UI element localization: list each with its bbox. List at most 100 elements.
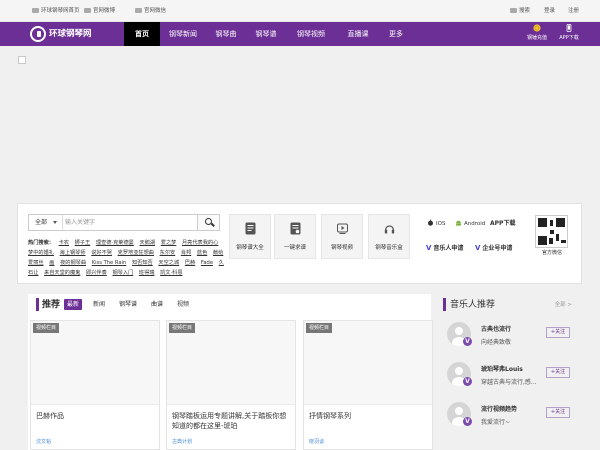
card-badge: 视频栏目 <box>33 323 60 333</box>
card-author[interactable]: 晓羽谈 <box>309 438 324 445</box>
musician-name[interactable]: 琥珀琴弗Louis <box>481 364 523 373</box>
login-link[interactable]: 登录 <box>544 0 555 22</box>
card-author[interactable]: 古典计划 <box>172 438 192 445</box>
nav-item-video[interactable]: 钢琴视频 <box>286 22 336 46</box>
hot-tag[interactable]: 说好不哭 <box>91 250 112 256</box>
hot-tag[interactable]: 狮子王 <box>75 240 91 246</box>
content-card[interactable]: 视频栏目 钢琴踏板运用专题讲解,关于踏板你想知道的都在这里-琥珀 古典计划 <box>166 320 296 450</box>
hot-tag[interactable]: 知否知否 <box>132 260 153 266</box>
card-thumbnail[interactable]: 视频栏目 <box>167 321 295 405</box>
coin-icon <box>533 24 541 32</box>
hot-tag[interactable]: Fade <box>201 260 213 266</box>
hot-tag[interactable]: 来自天堂的魔鬼 <box>44 270 80 276</box>
wechat-icon <box>135 8 142 13</box>
coin-recharge-button[interactable]: 钢锤充值 <box>520 24 554 44</box>
hot-tag[interactable]: 克罗地亚狂想曲 <box>118 250 154 256</box>
recommend-title: 推荐 <box>42 300 61 310</box>
card-title[interactable]: 钢琴踏板运用专题讲解,关于踏板你想知道的都在这里-琥珀 <box>172 411 292 431</box>
tab-score[interactable]: 曲谱 <box>148 299 166 310</box>
android-download-link[interactable]: Android <box>455 218 485 230</box>
content-card[interactable]: 视频栏目 巴赫作品 沈文韬 <box>30 320 160 450</box>
register-link[interactable]: 注册 <box>568 0 579 22</box>
hot-tag[interactable]: 海上钢琴师 <box>60 250 86 256</box>
nav-item-music[interactable]: 钢琴曲 <box>206 22 246 46</box>
site-logo[interactable]: 环球钢琴网 <box>30 25 96 43</box>
hot-tag[interactable]: 月亮代表我的心 <box>182 240 218 246</box>
hot-tag[interactable]: 即兴伴奏 <box>86 270 107 276</box>
card-badge: 视频栏目 <box>169 323 196 333</box>
nav-item-home[interactable]: 首页 <box>124 22 160 46</box>
wechat-link[interactable]: 官网微信 <box>135 0 166 22</box>
follow-button[interactable]: +关注 <box>546 327 570 338</box>
hot-tag[interactable]: 爱之梦 <box>161 240 177 246</box>
hot-tag[interactable]: 画 <box>49 260 54 266</box>
tab-sheet[interactable]: 钢琴谱 <box>116 299 140 310</box>
content-card[interactable]: 视频栏目 抒情钢琴系列 晓羽谈 <box>303 320 433 450</box>
nav-item-news[interactable]: 钢琴新闻 <box>160 22 206 46</box>
card-thumbnail[interactable]: 视频栏目 <box>304 321 432 405</box>
hot-tag[interactable]: 夜的钢琴曲 <box>60 260 86 266</box>
wechat-qr-label: 官方微信 <box>541 250 562 256</box>
search-icon <box>510 8 517 13</box>
category-request-sheet[interactable]: 一键求谱 <box>274 214 316 259</box>
wechat-qr-code <box>535 215 568 248</box>
headphones-icon <box>384 225 395 234</box>
hot-tag[interactable]: 天空之城 <box>158 260 179 266</box>
nav-item-sheet[interactable]: 钢琴谱 <box>246 22 286 46</box>
musician-apply-link[interactable]: V 音乐人申请 <box>426 242 463 254</box>
card-thumbnail[interactable]: 视频栏目 <box>31 321 159 405</box>
hot-tag[interactable]: 天鹅湖 <box>140 240 156 246</box>
hot-tag[interactable]: 梦中的婚礼 <box>28 250 54 256</box>
logo-icon <box>30 26 46 42</box>
musician-name[interactable]: 古典也流行 <box>481 324 511 333</box>
hot-tag[interactable]: 理查德·克莱德曼 <box>96 240 134 246</box>
category-music-box[interactable]: 钢琴音乐盒 <box>368 214 410 259</box>
nav-item-live[interactable]: 直播课 <box>336 22 380 46</box>
request-icon <box>290 222 301 235</box>
hot-tag[interactable]: 班得瑞 <box>139 270 155 276</box>
musician-name[interactable]: 流行视频趋势 <box>481 404 517 413</box>
musician-all-link[interactable]: 全部 > <box>555 300 572 308</box>
search-scope-select[interactable]: 全部 <box>29 215 63 230</box>
musician-item: V 流行视频趋势 我爱流行~ +关注 <box>447 398 581 432</box>
card-author[interactable]: 沈文韬 <box>36 438 51 445</box>
enterprise-apply-link[interactable]: V 企业号申请 <box>475 242 512 254</box>
search-input[interactable] <box>65 216 195 229</box>
home-link[interactable]: 环球钢琴网首页 <box>32 0 80 22</box>
musician-item: V 古典也流行 向经典致敬 +关注 <box>447 318 581 352</box>
card-badge: 视频栏目 <box>306 323 333 333</box>
category-video[interactable]: 钢琴视频 <box>321 214 363 259</box>
search-button[interactable] <box>197 215 219 230</box>
nav-item-more[interactable]: 更多 <box>380 22 412 46</box>
hot-tag[interactable]: 肖邦 <box>181 250 191 256</box>
ios-download-link[interactable]: IOS <box>427 218 445 230</box>
banner-image[interactable] <box>18 56 26 64</box>
tab-video[interactable]: 视频 <box>174 299 192 310</box>
musician-recommend-section: 音乐人推荐 全部 > V 古典也流行 向经典致敬 +关注 V 琥珀琴弗Louis… <box>443 294 582 450</box>
app-download-label[interactable]: APP下载 <box>490 218 515 230</box>
follow-button[interactable]: +关注 <box>546 367 570 378</box>
tab-latest[interactable]: 最新 <box>64 299 83 310</box>
card-title[interactable]: 巴赫作品 <box>36 411 156 421</box>
hot-tag[interactable]: 蓝色 <box>197 250 207 256</box>
hot-tag[interactable]: 巴赫 <box>185 260 195 266</box>
hot-tag[interactable]: Kiss The Rain <box>92 260 127 266</box>
top-utility-bar: 环球钢琴网首页 官网微博 官网微信 搜索 登录 注册 <box>0 0 600 22</box>
weibo-link[interactable]: 官网微博 <box>84 0 115 22</box>
phone-icon <box>566 24 572 32</box>
musician-desc: 向经典致敬 <box>481 339 512 346</box>
follow-button[interactable]: +关注 <box>546 407 570 418</box>
tab-news[interactable]: 新闻 <box>90 299 108 310</box>
home-icon <box>32 8 39 13</box>
section-accent-bar <box>443 298 446 311</box>
top-search-link[interactable]: 搜索 <box>510 0 530 22</box>
app-download-box: IOS Android APP下载 V 音乐人申请 V 企业号申请 <box>421 214 522 259</box>
hot-tag[interactable]: 东尔安 <box>160 250 176 256</box>
hot-tag[interactable]: 凯文·科恩 <box>160 270 182 276</box>
hot-tag[interactable]: 卡农 <box>59 240 69 246</box>
app-download-button[interactable]: APP下载 <box>554 24 584 44</box>
verified-icon: V <box>463 377 472 386</box>
category-sheet-library[interactable]: 钢琴谱大全 <box>229 214 271 259</box>
hot-tag[interactable]: 钢琴入门 <box>112 270 133 276</box>
card-title[interactable]: 抒情钢琴系列 <box>309 411 429 421</box>
